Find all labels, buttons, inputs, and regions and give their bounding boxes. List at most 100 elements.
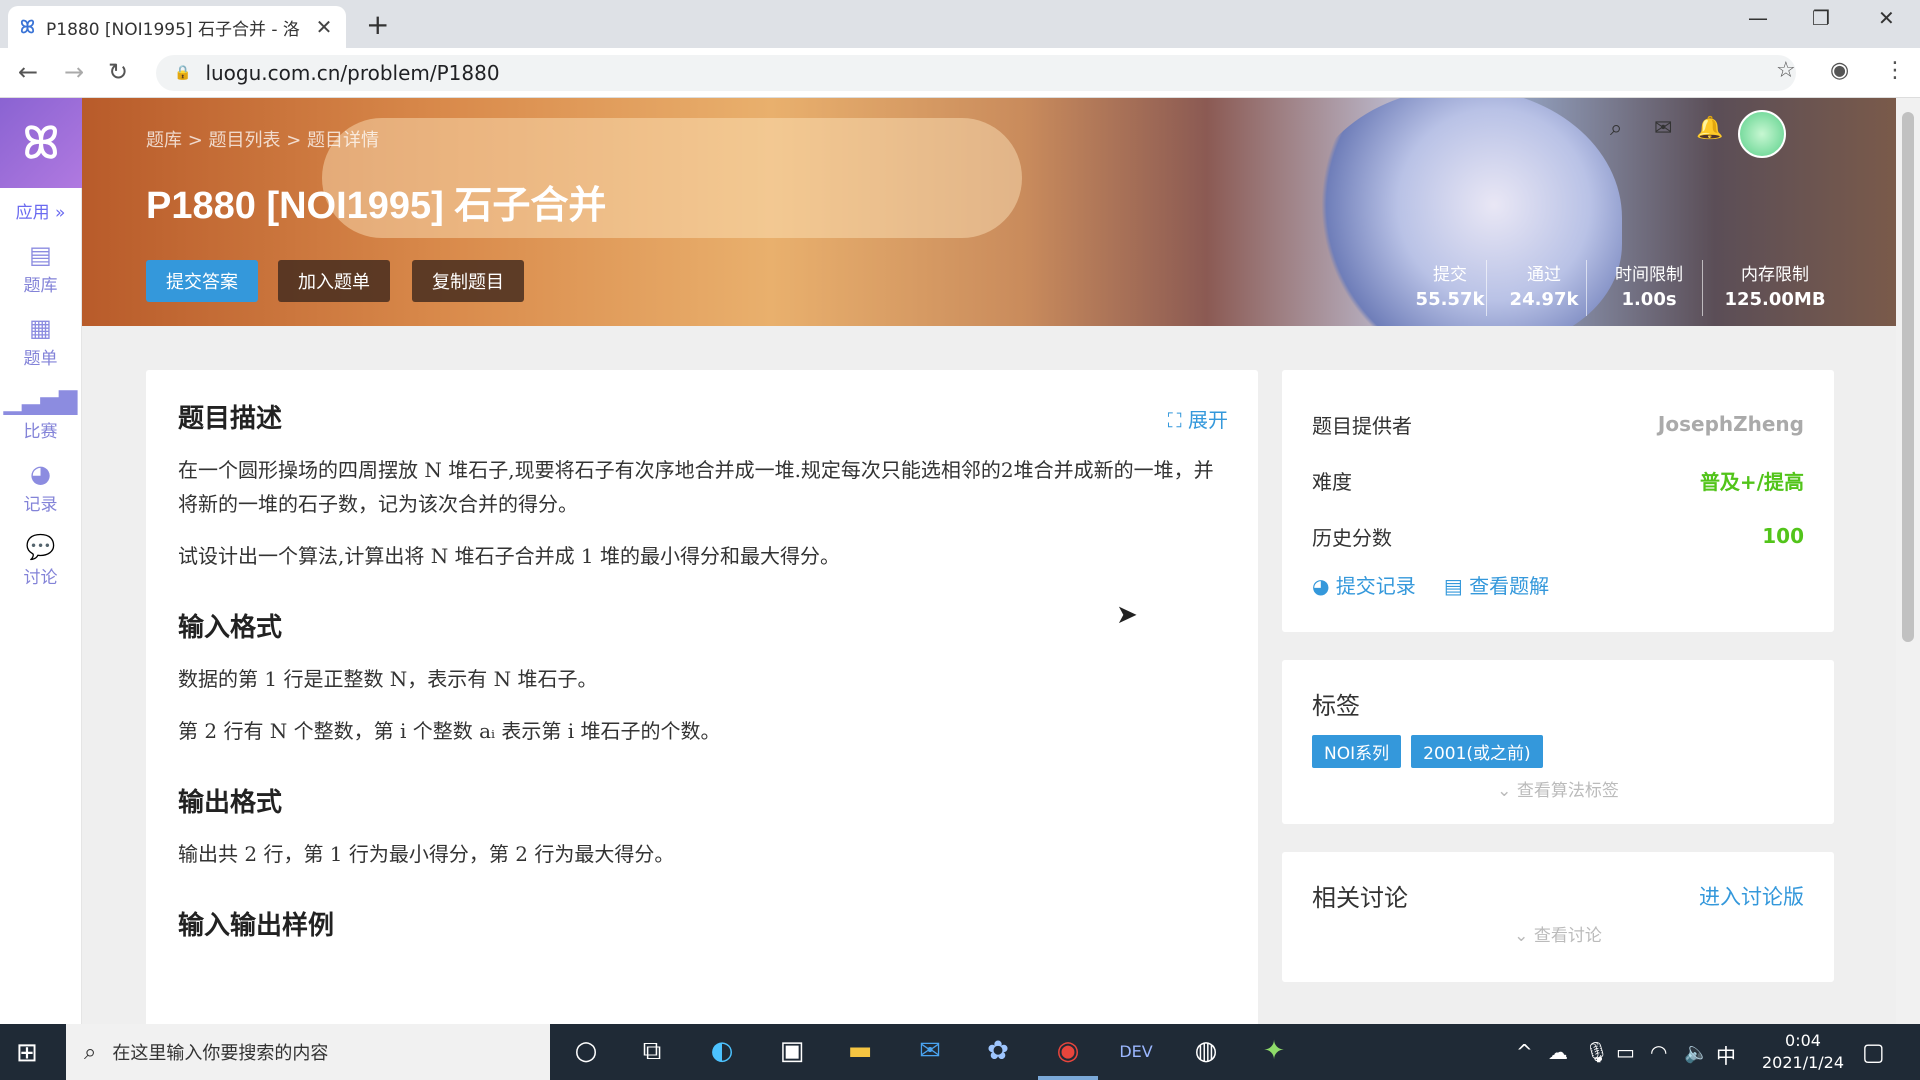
taskbar-search-placeholder: 在这里输入你要搜索的内容 [112,1043,329,1064]
chevron-down-icon: ⌄ [1514,926,1529,946]
stat-divider [1486,260,1487,316]
taskbar-search-box[interactable]: ⌕ 在这里输入你要搜索的内容 [66,1024,550,1080]
page-scrollbar[interactable] [1896,98,1920,1024]
restore-icon[interactable]: ❐ [1812,6,1830,30]
expand-button[interactable]: ⛶ 展开 [1168,404,1228,433]
output-format-paragraph: 输出共 2 行，第 1 行为最小得分，第 2 行为最大得分。 [178,842,675,866]
chrome-icon[interactable]: ◉ [1048,1036,1088,1066]
problem-content-card: ⛶ 展开 题目描述 在一个圆形操场的四周摆放 N 堆石子,现要将石子有次序地合并… [146,370,1258,1030]
stat-label: 时间限制 [1615,265,1683,285]
sidebar-item-lists[interactable]: ▦ 题单 [0,314,81,369]
pie-chart-icon: ◕ [1312,574,1330,598]
minimize-icon[interactable]: — [1748,6,1768,30]
obs-icon[interactable]: ◍ [1186,1036,1226,1066]
tags-header: 标签 [1312,686,1804,721]
task-view-icon[interactable]: ⧉ [632,1036,672,1067]
stat-divider [1586,260,1587,316]
luogu-favicon-icon: ꕤ [20,16,35,38]
battery-icon[interactable]: ▭ [1616,1040,1635,1064]
copy-problem-button[interactable]: 复制题目 [412,260,524,302]
input-format-paragraph-1: 数据的第 1 行是正整数 N，表示有 N 堆石子。 [178,667,598,691]
microphone-icon[interactable]: 🎙 [1584,1040,1609,1064]
enter-discussion-link[interactable]: 进入讨论版 [1699,881,1804,911]
provider-row: 题目提供者 JosephZheng [1312,396,1804,452]
pie-chart-icon: ◕ [30,460,51,488]
chat-icon: 💬 [25,533,56,561]
luogu-logo[interactable]: ꕤ [0,98,82,188]
sidebar-item-label: 题单 [23,349,58,369]
profile-icon[interactable]: ◉ [1830,58,1849,83]
clipboard-icon: ▦ [29,314,52,342]
sidebar-item-label: 讨论 [23,568,58,588]
breadcrumb: 题库 > 题目列表 > 题目详情 [146,130,380,151]
avatar[interactable] [1738,110,1786,158]
sidebar-item-discuss[interactable]: 💬 讨论 [0,533,81,588]
notification-center-icon[interactable]: ▢ [1862,1038,1885,1066]
sidebar-item-contests[interactable]: ▁▃▅▇ 比赛 [0,387,81,442]
expand-label: 展开 [1188,408,1228,432]
provider-link[interactable]: JosephZheng [1658,412,1804,436]
back-icon[interactable]: ← [18,58,38,86]
bell-icon[interactable]: 🔔 [1696,116,1723,141]
devcpp-icon[interactable]: DEV [1116,1042,1156,1061]
tag-list: NOI系列 2001(或之前) [1312,735,1804,768]
view-solutions-link[interactable]: ▤ 查看题解 [1444,570,1549,599]
tags-card: 标签 NOI系列 2001(或之前) ⌄ 查看算法标签 [1282,660,1834,824]
stat-time-limit: 时间限制 1.00s [1594,260,1704,310]
luogu-app-icon[interactable]: ✦ [1254,1036,1294,1066]
stat-value: 1.00s [1621,289,1677,310]
window-close-icon[interactable]: ✕ [1878,6,1895,30]
show-algorithm-tags[interactable]: ⌄ 查看算法标签 [1312,776,1804,801]
clock-date: 2021/1/24 [1762,1053,1845,1072]
sidebar-item-records[interactable]: ◕ 记录 [0,460,81,515]
network-app-icon[interactable]: ✿ [978,1036,1018,1066]
browser-tab[interactable]: ꕤ P1880 [NOI1995] 石子合并 - 洛 ✕ [8,6,346,48]
mail-icon[interactable]: ✉ [1654,116,1672,141]
wifi-icon[interactable]: ◠ [1650,1040,1667,1064]
reload-icon[interactable]: ↻ [108,58,128,86]
chevron-down-icon: ⌄ [1497,781,1512,801]
history-score-value: 100 [1762,524,1804,548]
close-tab-icon[interactable]: ✕ [314,15,334,39]
search-icon: ⌕ [84,1039,97,1065]
submit-answer-button[interactable]: 提交答案 [146,260,258,302]
description-paragraph-1: 在一个圆形操场的四周摆放 N 堆石子,现要将石子有次序地合并成一堆.规定每次只能… [178,458,1214,516]
input-format-paragraph-2: 第 2 行有 N 个整数，第 i 个整数 aᵢ 表示第 i 堆石子的个数。 [178,719,721,743]
description-paragraph-2: 试设计出一个算法,计算出将 N 堆石子合并成 1 堆的最小得分和最大得分。 [178,544,841,568]
browser-toolbar: ← → ↻ 🔒 luogu.com.cn/problem/P1880 ☆ ◉ ⋮ [0,48,1920,98]
new-tab-icon[interactable]: + [366,8,389,41]
address-bar[interactable]: 🔒 luogu.com.cn/problem/P1880 [156,55,1796,91]
apps-menu[interactable]: 应用 » [0,198,81,223]
add-to-list-button[interactable]: 加入题单 [278,260,390,302]
file-explorer-icon[interactable]: ▬ [840,1036,880,1066]
sidebar-item-problems[interactable]: ▤ 题库 [0,241,81,296]
scrollbar-thumb[interactable] [1902,112,1914,642]
edge-icon[interactable]: ◐ [702,1036,742,1066]
browser-menu-icon[interactable]: ⋮ [1884,58,1906,83]
stat-value: 125.00MB [1724,289,1826,310]
show-discussion[interactable]: ⌄ 查看讨论 [1312,921,1804,946]
tray-expand-icon[interactable]: ^ [1516,1040,1533,1064]
input-format-heading: 输入格式 [178,613,283,643]
stat-label: 内存限制 [1741,265,1809,285]
tag-year[interactable]: 2001(或之前) [1411,735,1543,768]
mail-app-icon[interactable]: ✉ [910,1036,950,1066]
sidebar: ꕤ 应用 » ▤ 题库 ▦ 题单 ▁▃▅▇ 比赛 ◕ 记录 💬 讨论 [0,98,82,1024]
bookmark-star-icon[interactable]: ☆ [1776,58,1796,83]
windows-start-icon[interactable]: ⊞ [16,1038,38,1068]
onedrive-icon[interactable]: ☁ [1548,1040,1568,1064]
taskbar-clock[interactable]: 0:04 2021/1/24 [1762,1030,1844,1074]
history-score-label: 历史分数 [1312,525,1392,550]
description-heading: 题目描述 [178,404,283,434]
search-icon[interactable]: ⌕ [1610,116,1622,141]
volume-icon[interactable]: 🔈 [1684,1040,1709,1064]
submission-records-link[interactable]: ◕ 提交记录 [1312,570,1416,599]
difficulty-row: 难度 普及+/提高 [1312,452,1804,508]
cortana-icon[interactable]: ○ [566,1036,606,1066]
forward-icon[interactable]: → [64,58,84,86]
tag-noi-series[interactable]: NOI系列 [1312,735,1402,768]
show-discussion-label: 查看讨论 [1533,926,1602,946]
ime-indicator[interactable]: 中 [1716,1040,1736,1069]
store-icon[interactable]: ▣ [772,1036,812,1066]
provider-label: 题目提供者 [1312,413,1412,438]
